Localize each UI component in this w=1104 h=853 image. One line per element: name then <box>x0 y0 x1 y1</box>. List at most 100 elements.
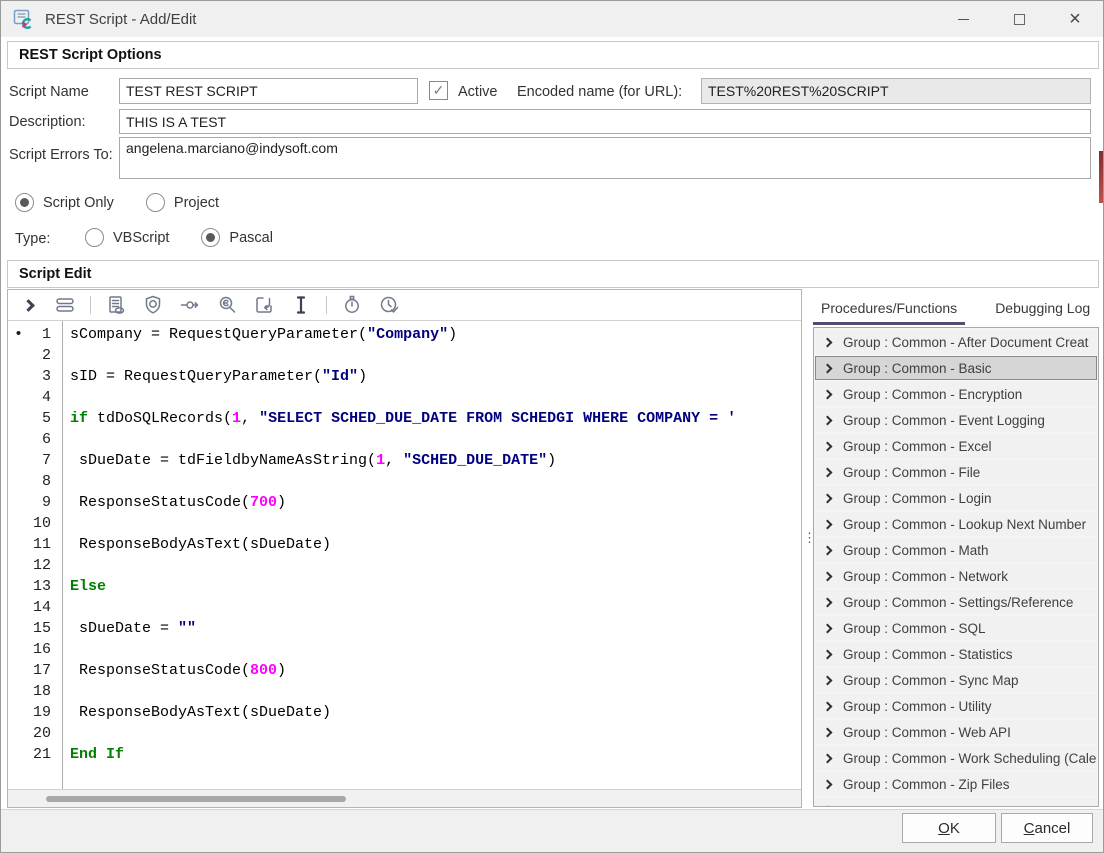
close-button[interactable]: × <box>1047 1 1103 37</box>
tab-debugging-log[interactable]: Debugging Log <box>987 297 1098 325</box>
group-list-item[interactable]: Group : Common - After Document Creat <box>815 330 1097 354</box>
horizontal-scrollbar[interactable] <box>8 789 801 807</box>
group-list-item[interactable]: Group : Common - Excel <box>815 434 1097 458</box>
ok-button[interactable]: OK <box>902 813 996 843</box>
code-line[interactable]: 6 <box>8 429 801 450</box>
line-number: 6 <box>8 429 62 450</box>
code-text <box>62 471 70 492</box>
radio-script-only[interactable]: Script Only <box>15 193 114 212</box>
group-list-item[interactable]: Group : Common - Utility <box>815 694 1097 718</box>
gutter-separator <box>62 321 63 789</box>
format-lines-icon[interactable] <box>53 293 77 317</box>
watch-variable-icon[interactable] <box>178 293 202 317</box>
active-checkbox[interactable]: ✓ <box>429 81 448 100</box>
script-report-icon[interactable] <box>104 293 128 317</box>
code-line[interactable]: 18 <box>8 681 801 702</box>
encoded-name-label: Encoded name (for URL): <box>517 84 682 100</box>
caption-buttons: × <box>935 1 1103 37</box>
line-number: 9 <box>8 492 62 513</box>
group-label: Group : Common - Encryption <box>843 387 1022 402</box>
group-label: Group : Common - Work Scheduling (Cale <box>843 751 1096 766</box>
radio-project[interactable]: Project <box>146 193 219 212</box>
code-line[interactable]: 8 <box>8 471 801 492</box>
code-line[interactable]: 20 <box>8 723 801 744</box>
goto-line-icon[interactable] <box>252 293 276 317</box>
text-cursor-icon[interactable] <box>289 293 313 317</box>
shield-check-icon[interactable] <box>141 293 165 317</box>
code-line[interactable]: 16 <box>8 639 801 660</box>
cancel-button[interactable]: Cancel <box>1001 813 1093 843</box>
radio-circle-icon[interactable] <box>85 228 104 247</box>
radio-circle-icon[interactable] <box>201 228 220 247</box>
code-text: End If <box>62 744 124 765</box>
radio-vbscript[interactable]: VBScript <box>85 228 169 247</box>
code-line[interactable]: 9 ResponseStatusCode(700) <box>8 492 801 513</box>
code-text <box>62 429 70 450</box>
maximize-button[interactable] <box>991 1 1047 37</box>
splitter-grip[interactable]: ⋮⋮ <box>803 534 811 560</box>
code-area[interactable]: 1sCompany = RequestQueryParameter("Compa… <box>8 321 801 789</box>
code-line[interactable]: 21End If <box>8 744 801 765</box>
chevron-right-icon <box>823 597 833 607</box>
group-list-item[interactable]: Group : Common - Lookup Next Number <box>815 512 1097 536</box>
code-line[interactable]: 17 ResponseStatusCode(800) <box>8 660 801 681</box>
chevron-right-icon <box>823 571 833 581</box>
script-errors-input[interactable]: angelena.marciano@indysoft.com <box>119 137 1091 179</box>
chevron-right-icon <box>823 701 833 711</box>
chevron-right-icon <box>823 623 833 633</box>
tab-procedures-functions[interactable]: Procedures/Functions <box>813 297 965 325</box>
group-list-item[interactable]: Group : Common - Statistics <box>815 642 1097 666</box>
code-line[interactable]: 2 <box>8 345 801 366</box>
group-list-item[interactable]: Group : Common - Login <box>815 486 1097 510</box>
description-label: Description: <box>9 114 86 130</box>
stopwatch-icon[interactable] <box>340 293 364 317</box>
code-line[interactable]: 14 <box>8 597 801 618</box>
zoom-search-icon[interactable] <box>215 293 239 317</box>
scrollbar-thumb[interactable] <box>46 796 346 802</box>
chevron-right-icon <box>823 467 833 477</box>
code-text <box>62 345 70 366</box>
code-line[interactable]: 15 sDueDate = "" <box>8 618 801 639</box>
code-text: sCompany = RequestQueryParameter("Compan… <box>62 324 457 345</box>
code-line[interactable]: 19 ResponseBodyAsText(sDueDate) <box>8 702 801 723</box>
code-line[interactable]: 4 <box>8 387 801 408</box>
group-list-item-partial[interactable] <box>815 798 1097 807</box>
radio-label: Script Only <box>43 195 114 211</box>
description-input[interactable] <box>119 109 1091 134</box>
group-list-item[interactable]: Group : Common - Settings/Reference <box>815 590 1097 614</box>
radio-circle-icon[interactable] <box>146 193 165 212</box>
group-label: Group : Common - Basic <box>843 361 992 376</box>
code-line[interactable]: 12 <box>8 555 801 576</box>
code-text: ResponseStatusCode(700) <box>62 492 286 513</box>
run-icon[interactable] <box>16 293 40 317</box>
group-label: Group : Common - After Document Creat <box>843 335 1088 350</box>
group-list-item[interactable]: Group : Common - Math <box>815 538 1097 562</box>
code-line[interactable]: 5if tdDoSQLRecords(1, "SELECT SCHED_DUE_… <box>8 408 801 429</box>
group-list-item[interactable]: Group : Common - SQL <box>815 616 1097 640</box>
radio-label: VBScript <box>113 230 169 246</box>
group-list-item[interactable]: Group : Common - File <box>815 460 1097 484</box>
group-list-item[interactable]: Group : Common - Sync Map <box>815 668 1097 692</box>
group-list-item[interactable]: Group : Common - Zip Files <box>815 772 1097 796</box>
code-line[interactable]: 1sCompany = RequestQueryParameter("Compa… <box>8 324 801 345</box>
minimize-icon <box>958 19 969 20</box>
group-label: Group : Common - Network <box>843 569 1008 584</box>
radio-pascal[interactable]: Pascal <box>201 228 273 247</box>
code-line[interactable]: 13Else <box>8 576 801 597</box>
check-icon: ✓ <box>433 82 445 99</box>
clock-check-icon[interactable] <box>377 293 401 317</box>
code-line[interactable]: 10 <box>8 513 801 534</box>
group-list-item[interactable]: Group : Common - Encryption <box>815 382 1097 406</box>
group-list-item[interactable]: Group : Common - Web API <box>815 720 1097 744</box>
script-name-input[interactable] <box>119 78 418 104</box>
group-list-item[interactable]: Group : Common - Network <box>815 564 1097 588</box>
code-line[interactable]: 11 ResponseBodyAsText(sDueDate) <box>8 534 801 555</box>
group-list-item[interactable]: Group : Common - Basic <box>815 356 1097 380</box>
close-icon: × <box>1069 9 1081 29</box>
code-line[interactable]: 3sID = RequestQueryParameter("Id") <box>8 366 801 387</box>
code-line[interactable]: 7 sDueDate = tdFieldbyNameAsString(1, "S… <box>8 450 801 471</box>
radio-circle-icon[interactable] <box>15 193 34 212</box>
minimize-button[interactable] <box>935 1 991 37</box>
group-list-item[interactable]: Group : Common - Work Scheduling (Cale <box>815 746 1097 770</box>
group-list-item[interactable]: Group : Common - Event Logging <box>815 408 1097 432</box>
